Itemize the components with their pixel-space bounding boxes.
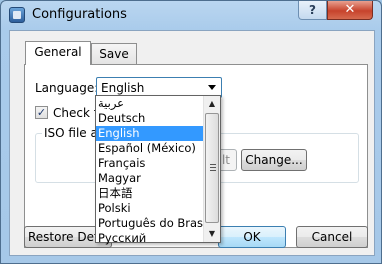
language-option[interactable]: Français [96, 156, 204, 171]
language-option[interactable]: عربية [96, 96, 204, 111]
title-bar[interactable]: Configurations ? ✕ [1, 1, 381, 29]
language-option[interactable]: Português do Brasil [96, 216, 209, 231]
language-label: Language: [35, 81, 99, 95]
app-icon [9, 7, 25, 23]
configurations-window: Configurations ? ✕ General Save Language… [0, 0, 382, 264]
tab-save[interactable]: Save [91, 43, 137, 65]
scroll-down-icon[interactable]: ▼ [204, 226, 220, 242]
check-updates-checkbox[interactable]: ✓ [35, 106, 48, 119]
grip-icon [210, 164, 216, 171]
close-button[interactable]: ✕ [327, 1, 373, 20]
ok-button[interactable]: OK [218, 226, 286, 248]
scroll-up-icon[interactable]: ▲ [204, 96, 220, 112]
change-button[interactable]: Change... [241, 149, 307, 171]
chevron-down-icon[interactable] [208, 85, 216, 90]
language-option[interactable]: Polski [96, 201, 204, 216]
dropdown-scrollbar[interactable]: ▲ ▼ [203, 96, 220, 242]
tab-general[interactable]: General [25, 41, 91, 65]
language-dropdown-list: عربية Deutsch English Español (México) F… [95, 95, 221, 246]
language-option[interactable]: Русский [96, 231, 204, 246]
language-option[interactable]: 日本語 [96, 186, 204, 201]
window-title: Configurations [32, 7, 127, 22]
scroll-thumb[interactable] [205, 113, 219, 223]
close-icon[interactable]: ✕ [345, 2, 356, 17]
language-select-value: English [101, 81, 145, 95]
language-option[interactable]: Español (México) [96, 141, 204, 156]
language-options: عربية Deutsch English Español (México) F… [96, 96, 209, 246]
language-option[interactable]: Deutsch [96, 111, 204, 126]
language-option[interactable]: Magyar [96, 171, 204, 186]
language-option-selected[interactable]: English [96, 126, 204, 141]
help-button[interactable]: ? [298, 1, 327, 20]
cancel-button[interactable]: Cancel [296, 226, 368, 248]
